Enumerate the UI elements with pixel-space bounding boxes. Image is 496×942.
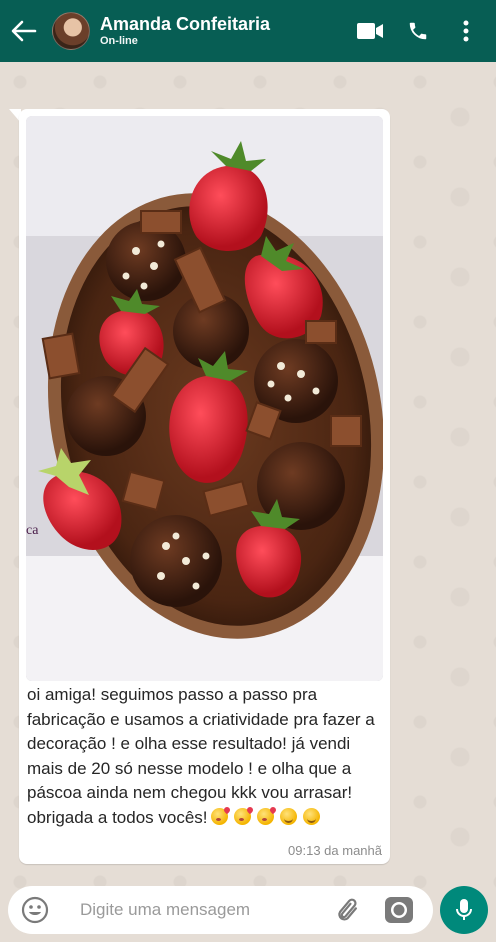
chat-header: Amanda Confeitaria On-line bbox=[0, 0, 496, 62]
paperclip-icon bbox=[338, 898, 357, 921]
camera-button[interactable] bbox=[379, 886, 419, 934]
video-call-button[interactable] bbox=[350, 11, 390, 51]
message-composer bbox=[8, 886, 433, 934]
emoji-button[interactable] bbox=[10, 886, 60, 934]
phone-icon bbox=[409, 22, 427, 40]
message-caption: oi amiga! seguimos passo a passo pra fab… bbox=[27, 683, 385, 831]
more-vertical-icon bbox=[463, 20, 469, 42]
smiling-face-icon bbox=[302, 807, 320, 825]
watermark: ca bbox=[26, 523, 39, 538]
smiling-face-icon bbox=[279, 807, 297, 825]
cake-photo: ca bbox=[26, 116, 383, 681]
back-button[interactable] bbox=[2, 0, 46, 62]
microphone-icon bbox=[456, 899, 472, 920]
face-blowing-kiss-icon bbox=[210, 807, 228, 825]
message-timestamp: 09:13 da manhã bbox=[288, 843, 382, 858]
attach-button[interactable] bbox=[329, 886, 369, 934]
contact-status: On-line bbox=[100, 35, 138, 47]
arrow-left-icon bbox=[11, 20, 37, 42]
message-input[interactable] bbox=[80, 895, 329, 925]
face-blowing-kiss-icon bbox=[233, 807, 251, 825]
emoji-icon bbox=[21, 896, 49, 924]
face-blowing-kiss-icon bbox=[256, 807, 274, 825]
menu-button[interactable] bbox=[446, 11, 486, 51]
contact-name: Amanda Confeitaria bbox=[100, 14, 271, 34]
contact-info[interactable]: Amanda Confeitaria On-line bbox=[100, 14, 342, 48]
voice-call-button[interactable] bbox=[398, 11, 438, 51]
caption-text: oi amiga! seguimos passo a passo pra fab… bbox=[27, 685, 375, 827]
contact-avatar[interactable] bbox=[52, 12, 90, 50]
microphone-button[interactable] bbox=[440, 886, 488, 934]
message-bubble[interactable]: ca oi amiga! seguimos passo a passo pra … bbox=[19, 109, 390, 864]
video-call-icon bbox=[357, 23, 383, 39]
camera-icon bbox=[385, 897, 413, 923]
message-image[interactable]: ca bbox=[26, 116, 383, 681]
